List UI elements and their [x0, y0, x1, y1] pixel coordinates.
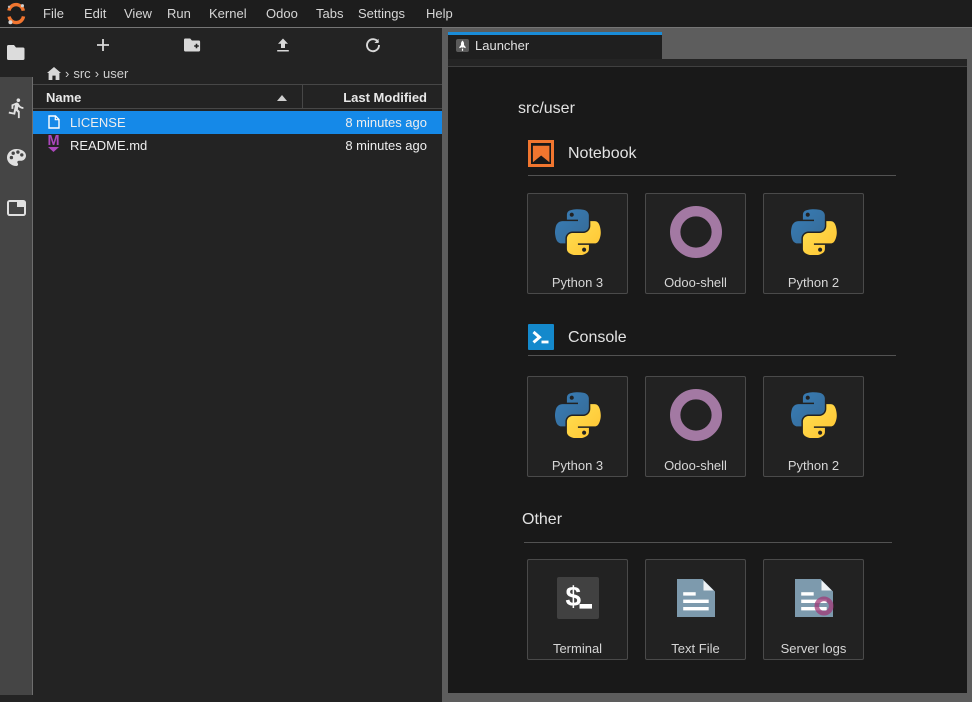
- svg-text:$: $: [565, 581, 581, 612]
